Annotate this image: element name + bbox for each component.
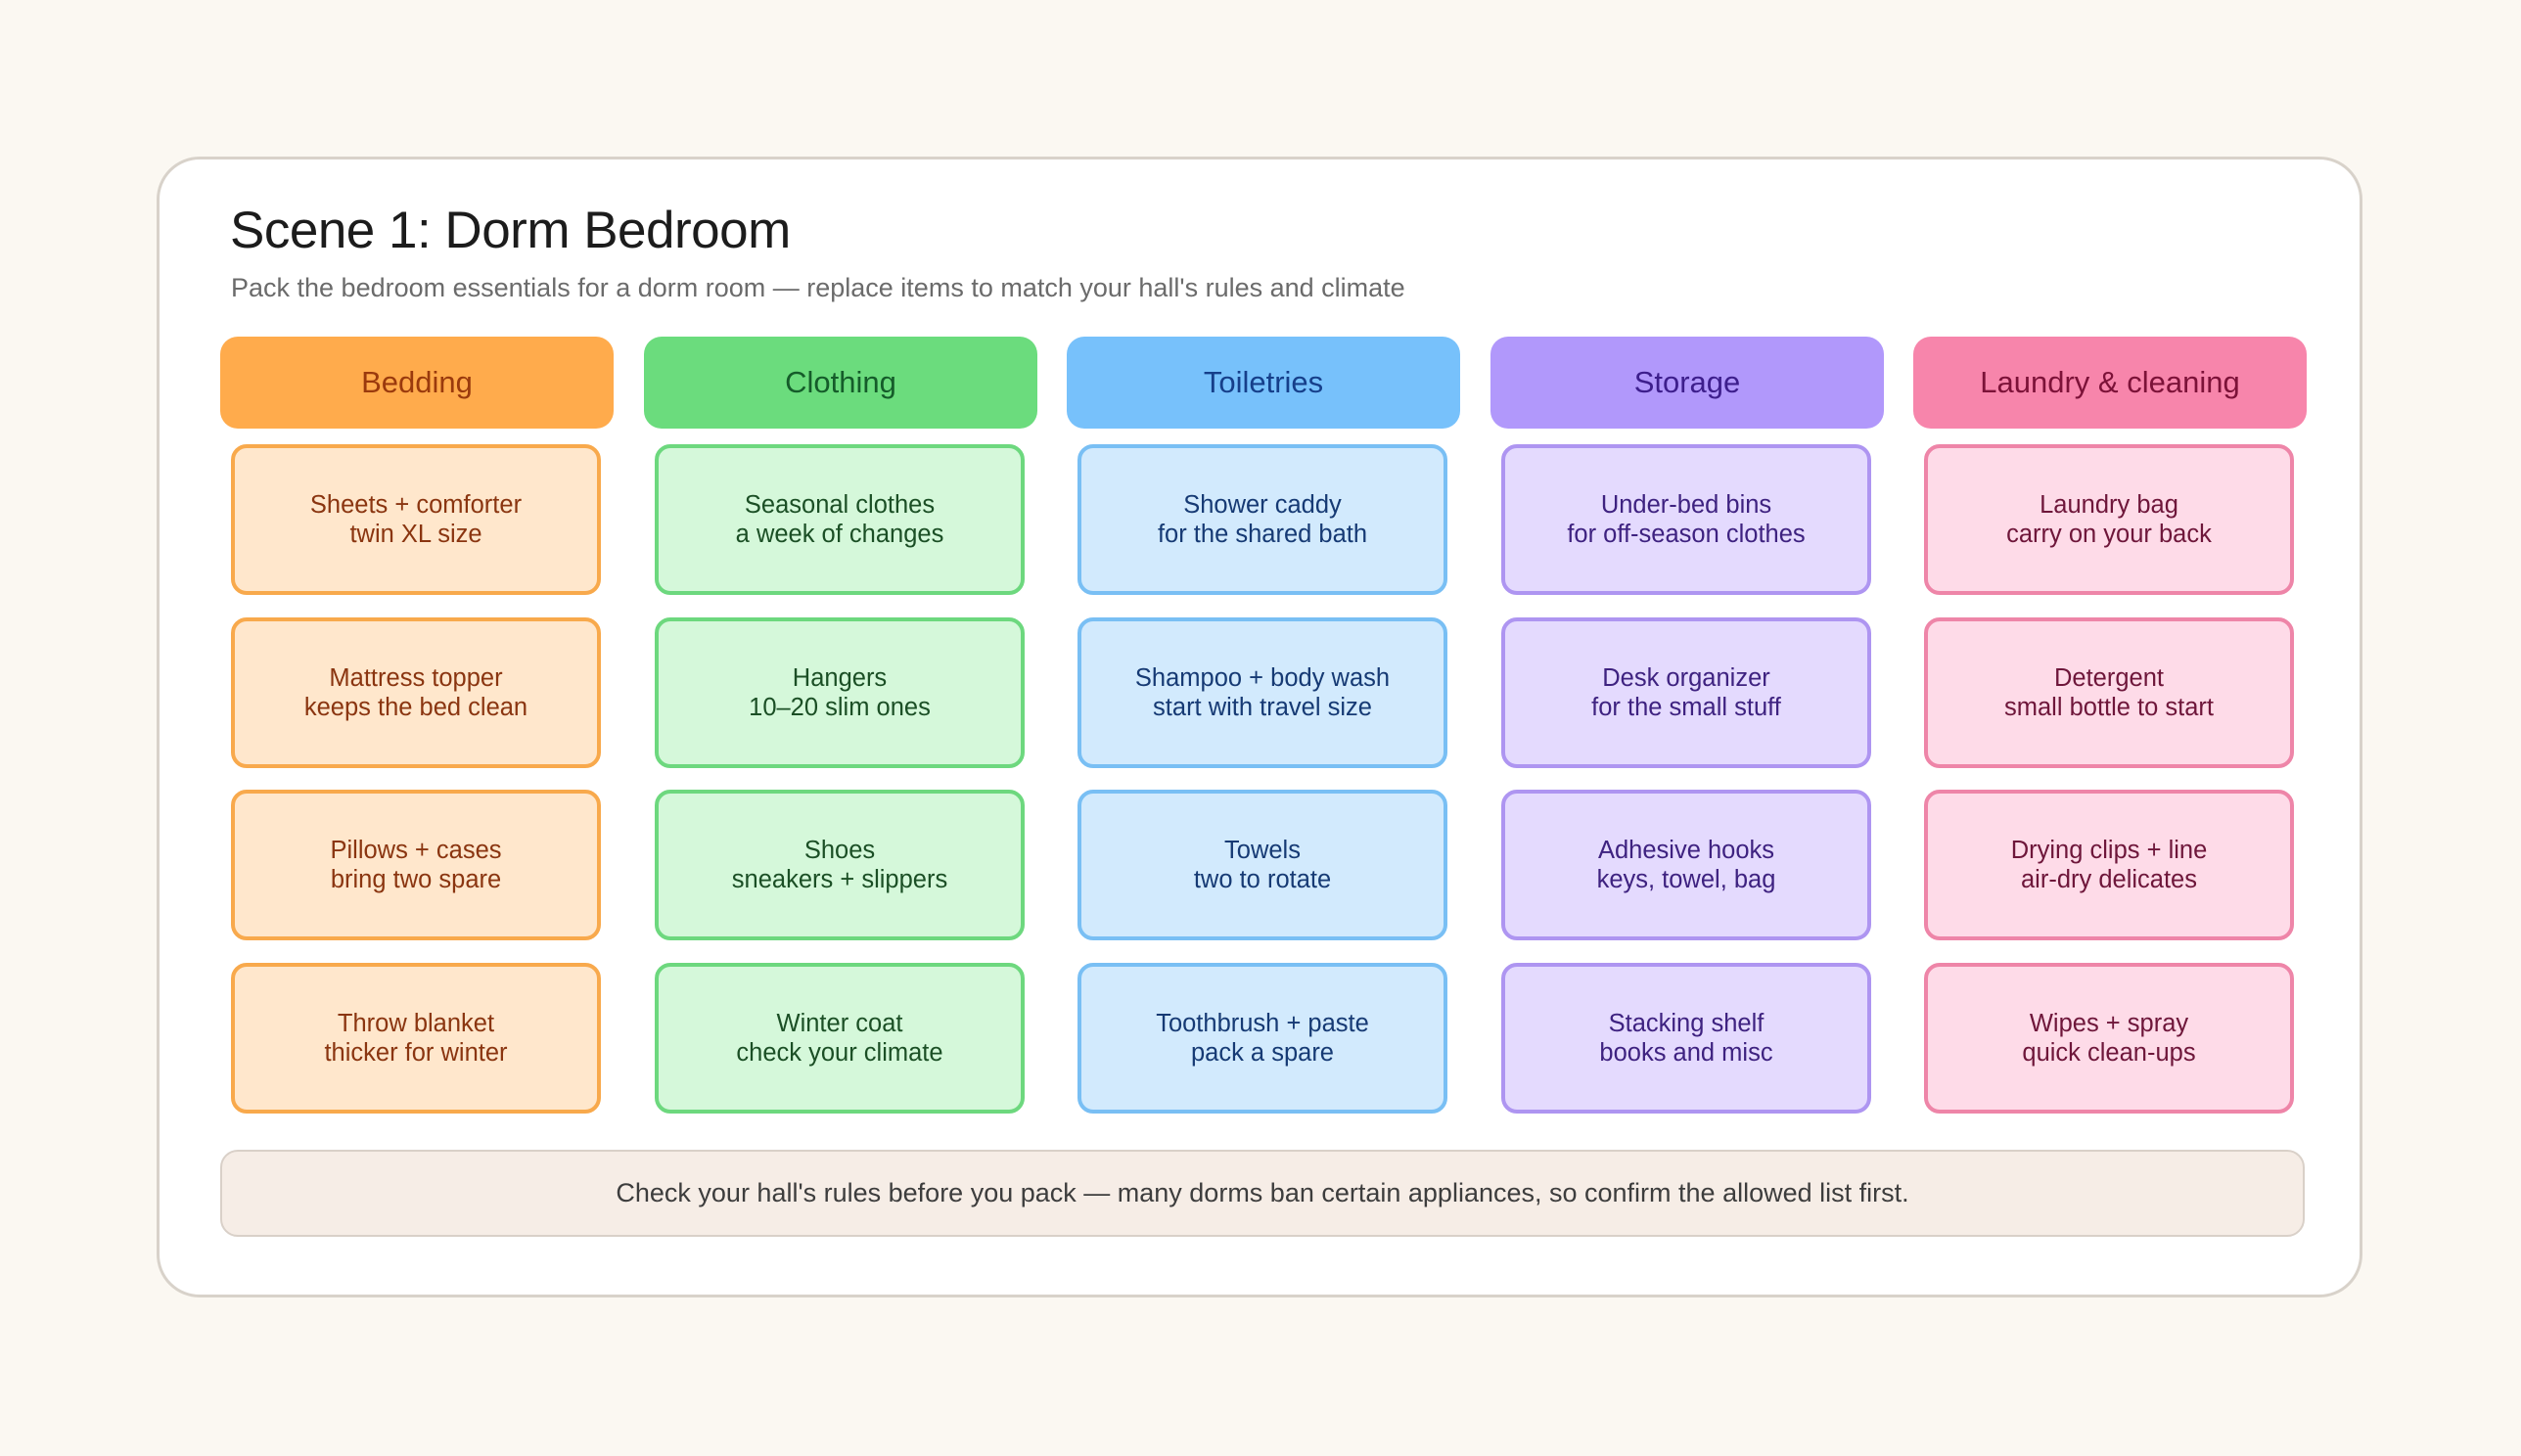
item-note: air-dry delicates (2021, 866, 2197, 893)
item-name: Towels (1224, 837, 1301, 864)
footer-note: Check your hall's rules before you pack … (220, 1150, 2305, 1237)
item-name: Shower caddy (1183, 491, 1342, 519)
column-bedding: Bedding Sheets + comforter twin XL size Mat… (220, 337, 614, 1114)
item-name: Sheets + comforter (309, 491, 523, 519)
scene-subtitle: Pack the bedroom essentials for a dorm r… (231, 273, 1405, 302)
column-clothing: Clothing Seasonal clothes a week of change… (644, 337, 1037, 1114)
item-note: quick clean-ups (2022, 1039, 2196, 1067)
item-card[interactable]: Throw blanket thicker for winter (231, 963, 601, 1114)
item-name: Laundry bag (2040, 491, 2178, 519)
item-card[interactable]: Detergent small bottle to start (1924, 617, 2294, 768)
item-note: 10–20 slim ones (749, 694, 931, 721)
item-card[interactable]: Shampoo + body wash start with travel siz… (1077, 617, 1447, 768)
item-card[interactable]: Towels two to rotate (1077, 790, 1447, 940)
item-name: Hangers (792, 664, 888, 692)
item-note: twin XL size (349, 521, 482, 548)
item-name: Seasonal clothes (744, 491, 936, 519)
item-card[interactable]: Pillows + cases bring two spare (231, 790, 601, 940)
item-note: bring two spare (330, 866, 502, 893)
item-card[interactable]: Mattress topper keeps the bed clean (231, 617, 601, 768)
column-storage: Storage Under-bed bins for off-season clot… (1490, 337, 1884, 1114)
column-header-laundry-and-cleaning: Laundry & cleaning (1913, 337, 2307, 429)
item-note: two to rotate (1193, 866, 1332, 893)
item-name: Drying clips + line (2010, 837, 2208, 864)
item-name: Wipes + spray (2029, 1010, 2189, 1037)
item-card[interactable]: Shoes sneakers + slippers (655, 790, 1025, 940)
scene-card: Scene 1: Dorm Bedroom Pack the bedroom e… (157, 157, 2362, 1297)
item-card[interactable]: Laundry bag carry on your back (1924, 444, 2294, 595)
item-card[interactable]: Hangers 10–20 slim ones (655, 617, 1025, 768)
item-card[interactable]: Stacking shelf books and misc (1501, 963, 1871, 1114)
column-header-toiletries: Toiletries (1067, 337, 1460, 429)
item-card[interactable]: Toothbrush + paste pack a spare (1077, 963, 1447, 1114)
item-card[interactable]: Desk organizer for the small stuff (1501, 617, 1871, 768)
column-header-storage: Storage (1490, 337, 1884, 429)
item-note: for off-season clothes (1567, 521, 1806, 548)
item-card[interactable]: Wipes + spray quick clean-ups (1924, 963, 2294, 1114)
scene-title: Scene 1: Dorm Bedroom (230, 202, 791, 259)
item-note: carry on your back (2006, 521, 2212, 548)
item-name: Under-bed bins (1600, 491, 1772, 519)
column-header-clothing: Clothing (644, 337, 1037, 429)
item-note: books and misc (1599, 1039, 1773, 1067)
item-name: Stacking shelf (1608, 1010, 1765, 1037)
column-toiletries: Toiletries Shower caddy for the shared bat… (1067, 337, 1460, 1114)
item-card[interactable]: Drying clips + line air-dry delicates (1924, 790, 2294, 940)
item-name: Desk organizer (1602, 664, 1770, 692)
item-card[interactable]: Under-bed bins for off-season clothes (1501, 444, 1871, 595)
item-card[interactable]: Winter coat check your climate (655, 963, 1025, 1114)
item-note: small bottle to start (2004, 694, 2214, 721)
item-name: Shampoo + body wash (1134, 664, 1391, 692)
item-note: start with travel size (1153, 694, 1372, 721)
item-name: Pillows + cases (330, 837, 502, 864)
item-name: Adhesive hooks (1597, 837, 1775, 864)
item-name: Winter coat (776, 1010, 903, 1037)
item-note: check your climate (736, 1039, 943, 1067)
column-laundry-and-cleaning: Laundry & cleaning Laundry bag carry on yo… (1913, 337, 2307, 1114)
column-header-bedding: Bedding (220, 337, 614, 429)
item-name: Toothbrush + paste (1156, 1010, 1369, 1037)
item-name: Shoes (803, 837, 876, 864)
item-card[interactable]: Sheets + comforter twin XL size (231, 444, 601, 595)
item-note: keys, towel, bag (1596, 866, 1776, 893)
item-note: pack a spare (1190, 1039, 1334, 1067)
item-card[interactable]: Adhesive hooks keys, towel, bag (1501, 790, 1871, 940)
item-note: sneakers + slippers (731, 866, 948, 893)
item-note: keeps the bed clean (303, 694, 528, 721)
item-note: for the shared bath (1157, 521, 1368, 548)
item-name: Mattress topper (329, 664, 503, 692)
item-name: Detergent (2054, 664, 2164, 692)
item-card[interactable]: Seasonal clothes a week of changes (655, 444, 1025, 595)
item-card[interactable]: Shower caddy for the shared bath (1077, 444, 1447, 595)
item-note: a week of changes (735, 521, 944, 548)
item-note: thicker for winter (324, 1039, 508, 1067)
item-note: for the small stuff (1591, 694, 1781, 721)
item-name: Throw blanket (337, 1010, 495, 1037)
